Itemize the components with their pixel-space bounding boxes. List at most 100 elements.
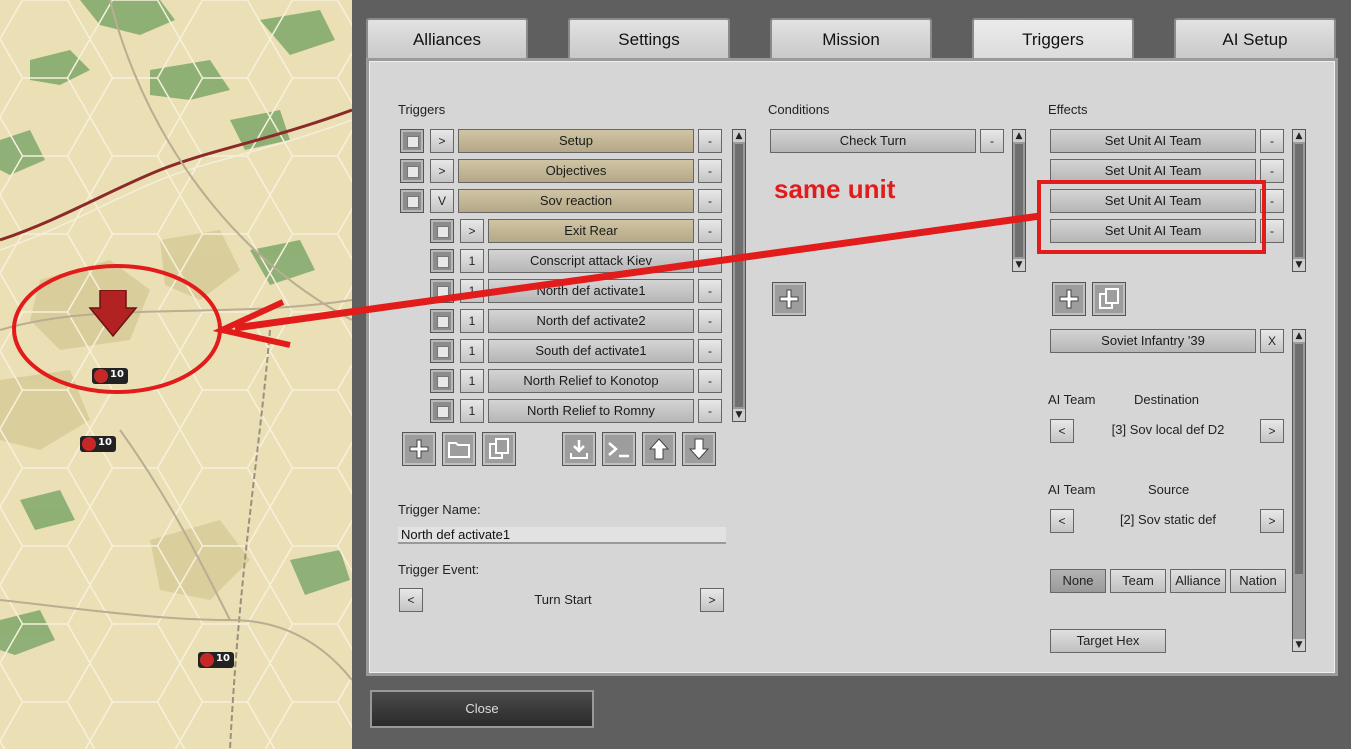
trigger-item[interactable]: Setup <box>458 129 694 153</box>
scroll-up-icon[interactable]: ▲ <box>1293 130 1305 142</box>
event-prev-button[interactable]: < <box>399 588 423 612</box>
triggers-title: Triggers <box>398 102 446 117</box>
remove-trigger-button[interactable]: - <box>698 339 722 363</box>
condition-item[interactable]: Check Turn <box>770 129 976 153</box>
target-hex-button[interactable]: Target Hex <box>1050 629 1166 653</box>
trigger-expander-button[interactable]: 1 <box>460 399 484 423</box>
unit-marker-3[interactable]: 10 <box>198 652 234 668</box>
trigger-expander-button[interactable]: 1 <box>460 279 484 303</box>
trigger-toggle-checkbox[interactable] <box>400 189 424 213</box>
trigger-toggle-checkbox[interactable] <box>430 399 454 423</box>
mode-nation-button[interactable]: Nation <box>1230 569 1286 593</box>
destination-next-button[interactable]: > <box>1260 419 1284 443</box>
trigger-toggle-checkbox[interactable] <box>430 309 454 333</box>
remove-trigger-button[interactable]: - <box>698 369 722 393</box>
trigger-name-field[interactable]: North def activate1 <box>398 527 726 544</box>
move-down-button[interactable] <box>682 432 716 466</box>
tab-settings[interactable]: Settings <box>568 18 730 58</box>
trigger-toggle-checkbox[interactable] <box>400 159 424 183</box>
destination-ai-team-label: AI Team <box>1048 392 1096 407</box>
map-view[interactable]: 10 10 10 <box>0 0 352 749</box>
source-next-button[interactable]: > <box>1260 509 1284 533</box>
remove-trigger-button[interactable]: - <box>698 159 722 183</box>
remove-trigger-button[interactable]: - <box>698 249 722 273</box>
trigger-expander-button[interactable]: > <box>460 219 484 243</box>
trigger-item[interactable]: North def activate1 <box>488 279 694 303</box>
console-button[interactable] <box>602 432 636 466</box>
trigger-item[interactable]: Exit Rear <box>488 219 694 243</box>
trigger-item[interactable]: South def activate1 <box>488 339 694 363</box>
trigger-expander-button[interactable]: 1 <box>460 369 484 393</box>
scroll-up-icon[interactable]: ▲ <box>1293 330 1305 342</box>
trigger-toggle-checkbox[interactable] <box>430 369 454 393</box>
source-prev-button[interactable]: < <box>1050 509 1074 533</box>
trigger-expander-button[interactable]: > <box>430 129 454 153</box>
remove-trigger-button[interactable]: - <box>698 189 722 213</box>
mode-none-button[interactable]: None <box>1050 569 1106 593</box>
effect-item[interactable]: Set Unit AI Team <box>1050 159 1256 183</box>
tab-triggers[interactable]: Triggers <box>972 18 1134 62</box>
effect-item[interactable]: Set Unit AI Team <box>1050 219 1256 243</box>
trigger-expander-button[interactable]: > <box>430 159 454 183</box>
remove-trigger-button[interactable]: - <box>698 219 722 243</box>
scroll-down-icon[interactable]: ▼ <box>1293 259 1305 271</box>
trigger-toggle-checkbox[interactable] <box>430 219 454 243</box>
scroll-down-icon[interactable]: ▼ <box>1293 639 1305 651</box>
effect-item[interactable]: Set Unit AI Team <box>1050 129 1256 153</box>
import-trigger-button[interactable] <box>562 432 596 466</box>
target-arrow-icon <box>88 290 138 338</box>
scroll-up-icon[interactable]: ▲ <box>733 130 745 142</box>
copy-trigger-button[interactable] <box>482 432 516 466</box>
remove-trigger-button[interactable]: - <box>698 309 722 333</box>
trigger-expander-button[interactable]: 1 <box>460 249 484 273</box>
trigger-toggle-checkbox[interactable] <box>430 339 454 363</box>
destination-prev-button[interactable]: < <box>1050 419 1074 443</box>
close-button[interactable]: Close <box>370 690 594 728</box>
trigger-toggle-checkbox[interactable] <box>430 249 454 273</box>
tab-ai-setup[interactable]: AI Setup <box>1174 18 1336 58</box>
unit-select-button[interactable]: Soviet Infantry '39 <box>1050 329 1256 353</box>
trigger-item[interactable]: North Relief to Konotop <box>488 369 694 393</box>
remove-trigger-button[interactable]: - <box>698 279 722 303</box>
mode-team-button[interactable]: Team <box>1110 569 1166 593</box>
remove-effect-button[interactable]: - <box>1260 159 1284 183</box>
unit-marker-1[interactable]: 10 <box>92 368 128 384</box>
remove-trigger-button[interactable]: - <box>698 399 722 423</box>
scroll-down-icon[interactable]: ▼ <box>1013 259 1025 271</box>
trigger-expander-button[interactable]: 1 <box>460 309 484 333</box>
event-next-button[interactable]: > <box>700 588 724 612</box>
trigger-item[interactable]: North Relief to Romny <box>488 399 694 423</box>
trigger-item[interactable]: Conscript attack Kiev <box>488 249 694 273</box>
scroll-thumb <box>735 144 743 407</box>
trigger-toggle-checkbox[interactable] <box>400 129 424 153</box>
tab-alliances[interactable]: Alliances <box>366 18 528 58</box>
remove-effect-button[interactable]: - <box>1260 219 1284 243</box>
trigger-item[interactable]: Sov reaction <box>458 189 694 213</box>
trigger-item[interactable]: Objectives <box>458 159 694 183</box>
condition-list-scrollbar[interactable]: ▲ ▼ <box>1012 129 1026 272</box>
add-condition-button[interactable] <box>772 282 806 316</box>
remove-effect-button[interactable]: - <box>1260 129 1284 153</box>
trigger-item[interactable]: North def activate2 <box>488 309 694 333</box>
move-up-button[interactable] <box>642 432 676 466</box>
remove-effect-button[interactable]: - <box>1260 189 1284 213</box>
tab-mission[interactable]: Mission <box>770 18 932 58</box>
trigger-toggle-checkbox[interactable] <box>430 279 454 303</box>
effect-item[interactable]: Set Unit AI Team <box>1050 189 1256 213</box>
trigger-expander-button[interactable]: 1 <box>460 339 484 363</box>
copy-effect-button[interactable] <box>1092 282 1126 316</box>
remove-condition-button[interactable]: - <box>980 129 1004 153</box>
remove-trigger-button[interactable]: - <box>698 129 722 153</box>
effect-list-scrollbar[interactable]: ▲ ▼ <box>1292 129 1306 272</box>
effect-detail-scrollbar[interactable]: ▲ ▼ <box>1292 329 1306 652</box>
add-folder-button[interactable] <box>442 432 476 466</box>
scroll-down-icon[interactable]: ▼ <box>733 409 745 421</box>
unit-marker-2[interactable]: 10 <box>80 436 116 452</box>
add-effect-button[interactable] <box>1052 282 1086 316</box>
trigger-expander-button[interactable]: V <box>430 189 454 213</box>
mode-alliance-button[interactable]: Alliance <box>1170 569 1226 593</box>
scroll-up-icon[interactable]: ▲ <box>1013 130 1025 142</box>
unit-clear-button[interactable]: X <box>1260 329 1284 353</box>
trigger-list-scrollbar[interactable]: ▲ ▼ <box>732 129 746 422</box>
add-trigger-button[interactable] <box>402 432 436 466</box>
